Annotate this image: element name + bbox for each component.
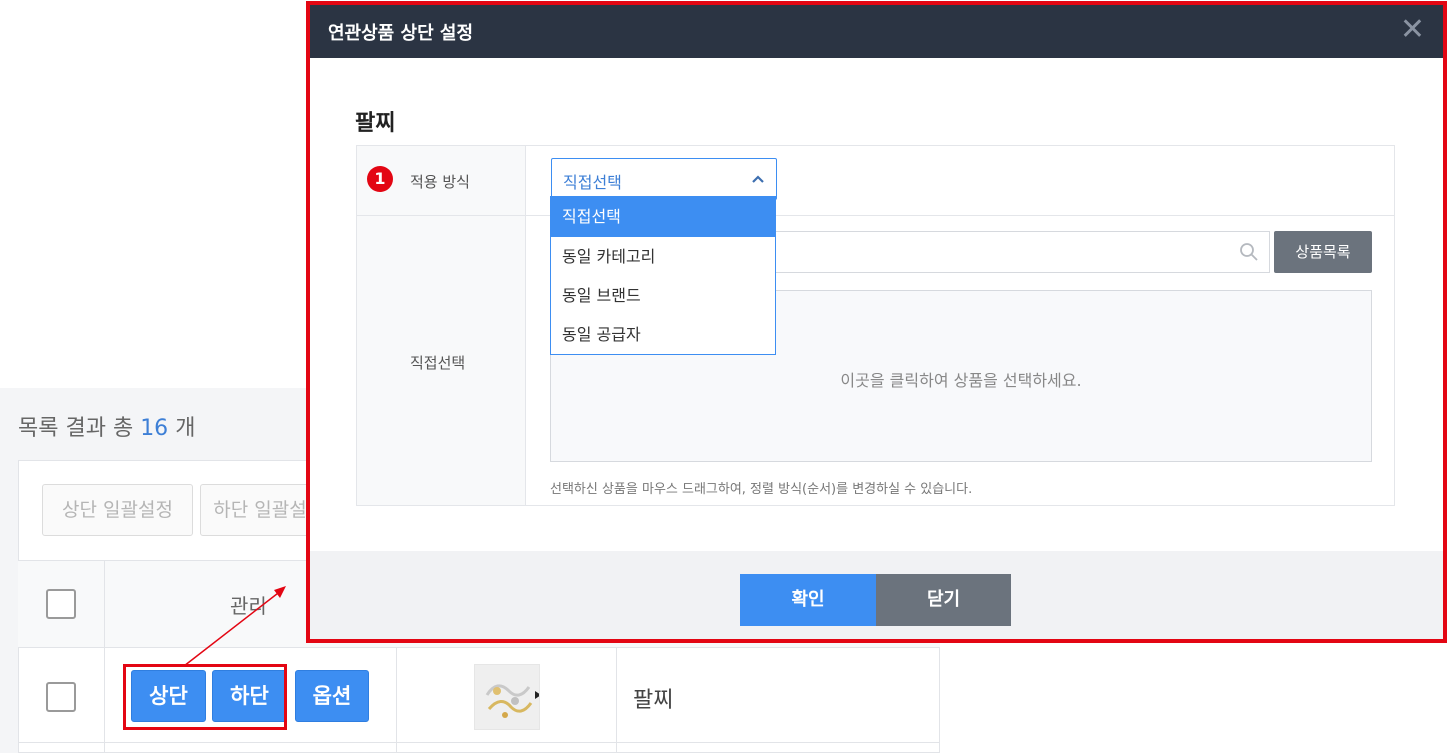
select-all-checkbox[interactable] (46, 589, 76, 619)
search-icon[interactable] (1239, 242, 1259, 262)
apply-method-dropdown: 직접선택 동일 카테고리 동일 브랜드 동일 공급자 (550, 196, 776, 355)
apply-method-select[interactable]: 직접선택 (551, 158, 777, 200)
row-divider (18, 742, 940, 743)
related-product-top-setting-modal: 연관상품 상단 설정 ✕ 팔찌 1 적용 방식 직접선택 직접선택 상품목록 이… (306, 1, 1447, 643)
close-icon[interactable]: ✕ (1400, 13, 1425, 47)
bottom-batch-setting-button[interactable]: 하단 일괄설 (200, 484, 320, 536)
dropdown-option-same-category[interactable]: 동일 카테고리 (551, 237, 775, 277)
product-list-button[interactable]: 상품목록 (1274, 231, 1372, 273)
modal-title: 연관상품 상단 설정 (328, 23, 474, 44)
close-button[interactable]: 닫기 (876, 574, 1011, 626)
bracelet-image-icon (475, 665, 539, 729)
apply-method-row: 1 적용 방식 직접선택 (357, 146, 1394, 216)
option-button[interactable]: 옵션 (295, 670, 369, 722)
product-thumbnail[interactable] (474, 664, 540, 730)
column-divider (396, 648, 397, 753)
column-divider (104, 560, 105, 753)
product-name[interactable]: 팔찌 (633, 682, 673, 714)
apply-method-label: 적용 방식 (410, 173, 470, 191)
direct-select-label: 직접선택 (410, 354, 466, 372)
direct-select-label-cell: 직접선택 (357, 216, 526, 505)
column-divider (616, 648, 617, 753)
settings-form: 1 적용 방식 직접선택 직접선택 상품목록 이곳을 클릭하여 상품을 선택하세… (356, 145, 1395, 506)
product-select-hint: 이곳을 클릭하여 상품을 선택하세요. (840, 371, 1082, 390)
modal-header: 연관상품 상단 설정 ✕ (310, 5, 1443, 58)
drag-sort-help-text: 선택하신 상품을 마우스 드래그하여, 정렬 방식(순서)를 변경하실 수 있습… (550, 482, 973, 497)
summary-count: 16 (140, 416, 169, 441)
arrow-pointer (183, 586, 286, 667)
summary-prefix: 목록 결과 총 (18, 416, 134, 441)
step-badge: 1 (367, 166, 393, 192)
dropdown-option-same-brand[interactable]: 동일 브랜드 (551, 276, 775, 316)
modal-footer: 확인 닫기 (310, 551, 1443, 639)
chevron-up-icon (752, 175, 764, 183)
dropdown-option-same-supplier[interactable]: 동일 공급자 (551, 315, 775, 355)
apply-method-label-cell: 1 적용 방식 (357, 146, 526, 215)
select-current-value: 직접선택 (563, 173, 622, 192)
summary-suffix: 개 (175, 416, 196, 441)
row-checkbox[interactable] (46, 682, 76, 712)
dropdown-option-direct[interactable]: 직접선택 (551, 197, 775, 237)
top-batch-setting-button[interactable]: 상단 일괄설정 (42, 484, 193, 536)
list-summary: 목록 결과 총 16 개 (18, 410, 195, 442)
section-title: 팔찌 (355, 111, 396, 136)
confirm-button[interactable]: 확인 (740, 574, 876, 626)
